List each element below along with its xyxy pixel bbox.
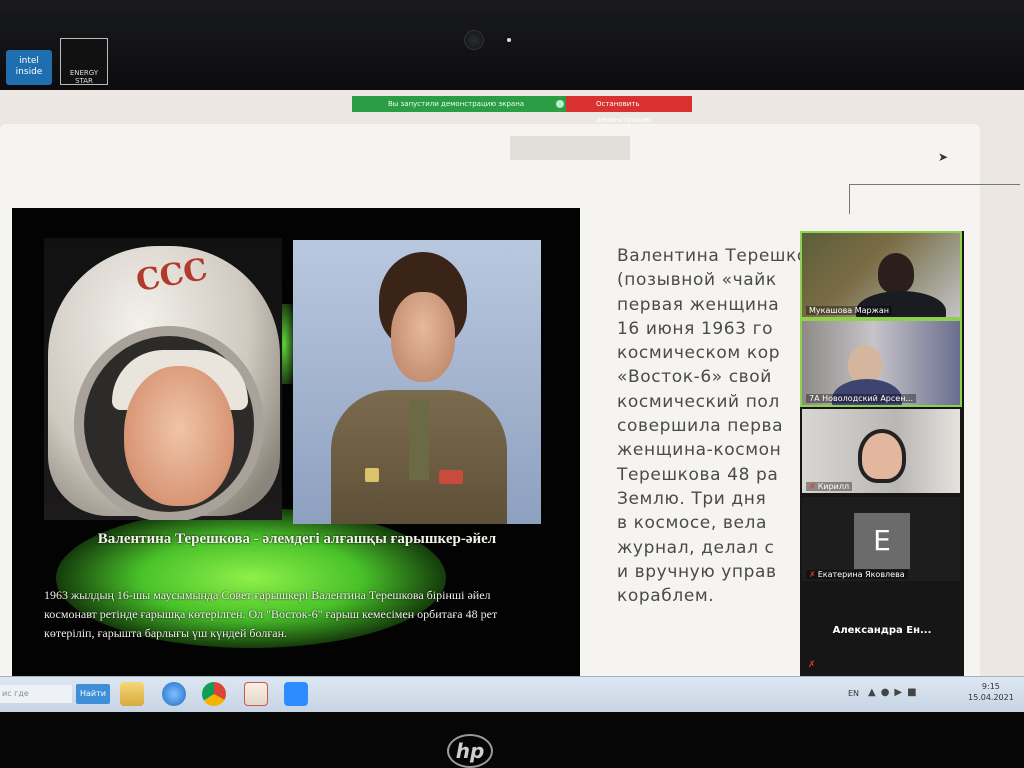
search-button[interactable]: Найти [76,684,110,704]
share-status-label: Вы запустили демонстрацию экрана [352,96,566,112]
hp-logo: hp [447,734,493,768]
mouse-cursor-icon: ➤ [938,150,949,164]
mic-muted-icon: ✗ [809,482,816,491]
webcam [464,30,484,50]
slide-title-placeholder [510,136,630,160]
stop-share-button[interactable]: Остановить демонстрацию [566,96,692,124]
intel-sticker: intel inside [6,50,52,85]
medal [365,468,379,482]
chrome-icon[interactable] [202,682,226,706]
participant-name: ✗ Кирилл [806,482,853,491]
mic-muted-icon: ✗ [809,570,816,579]
webcam-light [507,38,511,42]
medal [439,470,463,484]
helmet-lettering: ССС [133,252,211,299]
portrait-photo [293,240,541,524]
clock-date: 15.04.2021 [968,693,1014,702]
caption-title: Валентина Терешкова - әлемдегі алғашқы ғ… [97,531,497,547]
energy-star-sticker: ENERGY STAR [60,38,108,85]
internet-explorer-icon[interactable] [162,682,186,706]
taskbar: ис где Найти EN ▲●▶■ 9:15 15.04.2021 [0,676,1024,712]
guide-line [850,184,1020,185]
paint-icon[interactable] [244,682,268,706]
shield-icon [556,100,564,108]
participant-name: 7А Новолодский Арсен... [806,394,917,403]
screen-share-bar: Вы запустили демонстрацию экрана Останов… [352,96,692,124]
face [124,366,234,506]
astronaut-photo: ССС [44,238,282,520]
participant-tile[interactable]: ✗ Кирилл [802,409,960,493]
clock[interactable]: 9:15 15.04.2021 [968,681,1014,703]
screen: Вы запустили демонстрацию экрана Останов… [0,90,1024,712]
participant-video [848,345,882,383]
participant-tile[interactable]: 7А Новолодский Арсен... [800,319,962,407]
guide-line [849,184,850,214]
participant-name: ✗ Екатерина Яковлева [806,570,908,579]
helmet-visor [74,326,264,520]
monitor-bezel-bottom [0,712,1024,768]
participant-tile[interactable]: Александра Ен... ✗ [802,585,960,674]
participant-gallery: Мукашова Маржан 7А Новолодский Арсен... … [800,231,964,676]
participant-name: Мукашова Маржан [806,306,892,315]
clock-time: 9:15 [981,682,1000,691]
tie [409,400,429,480]
mic-muted-icon: ✗ [808,660,816,670]
participant-tile[interactable]: Мукашова Маржан [800,231,962,319]
helmet: ССС [48,246,280,520]
caption-body: 1963 жылдың 16-шы маусымында Совет ғарыш… [44,588,498,640]
zoom-icon[interactable] [284,682,308,706]
participant-name: Александра Ен... [832,625,932,636]
system-tray-icons[interactable]: ▲●▶■ [868,687,922,698]
avatar: E [854,513,910,569]
participant-video [878,253,914,293]
participant-video [858,429,906,483]
face [391,292,455,382]
monitor-bezel-top [0,0,1024,100]
language-indicator[interactable]: EN [848,689,859,698]
search-input[interactable]: ис где [0,685,72,703]
slide-image-panel: ССС Валентина Терешкова - әлемдегі алғаш… [12,208,580,678]
participant-tile[interactable]: E ✗ Екатерина Яковлева [802,497,960,581]
file-explorer-icon[interactable] [120,682,144,706]
